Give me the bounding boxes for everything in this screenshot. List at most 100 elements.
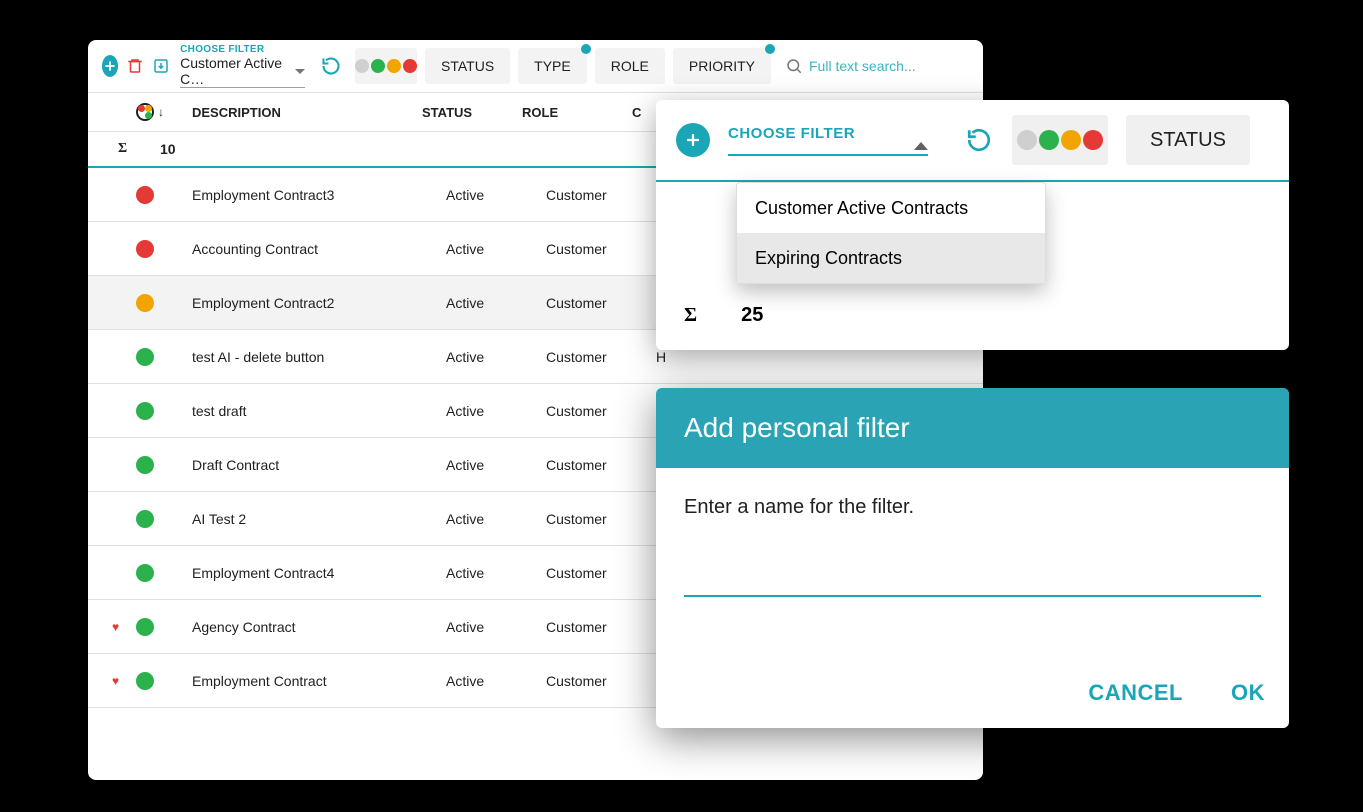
row-status: Active (446, 187, 546, 203)
row-description: Accounting Contract (192, 241, 446, 257)
row-status-dot (136, 618, 192, 636)
toolbar: CHOOSE FILTER Customer Active C… STATUS (88, 40, 983, 92)
pf-traffic-filter[interactable] (1012, 115, 1108, 165)
search-box (785, 57, 969, 75)
row-status: Active (446, 241, 546, 257)
row-status-dot (136, 186, 192, 204)
filter-select[interactable]: CHOOSE FILTER Customer Active C… (180, 44, 305, 88)
row-description: Employment Contract3 (192, 187, 446, 203)
row-status-dot (136, 402, 192, 420)
row-status-dot (136, 240, 192, 258)
export-icon[interactable] (152, 54, 170, 78)
dialog-message: Enter a name for the filter. (684, 496, 1261, 519)
dialog-actions: CANCEL OK (1088, 680, 1265, 706)
row-status: Active (446, 511, 546, 527)
row-status-dot (136, 564, 192, 582)
row-role: Customer (546, 565, 656, 581)
filter-priority-button[interactable]: PRIORITY (673, 48, 771, 84)
status-dot-gray (1017, 130, 1037, 150)
filter-type-button[interactable]: TYPE (518, 48, 587, 84)
pf-toolbar: CHOOSE FILTER STATUS (656, 100, 1289, 182)
row-flag: ♥ (112, 674, 136, 688)
row-status-dot (136, 510, 192, 528)
row-status: Active (446, 349, 546, 365)
row-status: Active (446, 457, 546, 473)
status-dot-green (371, 59, 385, 73)
row-description: Employment Contract (192, 673, 446, 689)
pf-filter-select[interactable]: CHOOSE FILTER (728, 125, 928, 156)
row-status: Active (446, 295, 546, 311)
filter-type-label: TYPE (534, 58, 571, 74)
pf-status-label: STATUS (1150, 129, 1226, 152)
filter-status-button[interactable]: STATUS (425, 48, 510, 84)
ok-button[interactable]: OK (1231, 680, 1265, 706)
row-status-dot (136, 348, 192, 366)
add-filter-icon[interactable] (676, 123, 710, 157)
row-c: H (656, 349, 856, 365)
col-role[interactable]: ROLE (522, 105, 632, 120)
status-dot-gray (355, 59, 369, 73)
filter-dropdown-panel: CHOOSE FILTER STATUS Customer Active Con… (656, 100, 1289, 350)
sigma-symbol: Σ (118, 141, 160, 157)
pf-sigma-symbol: Σ (684, 304, 697, 327)
search-input[interactable] (809, 58, 969, 74)
row-description: Employment Contract4 (192, 565, 446, 581)
chevron-down-icon (295, 69, 305, 74)
add-filter-dialog: Add personal filter Enter a name for the… (656, 388, 1289, 728)
filter-priority-label: PRIORITY (689, 58, 755, 74)
cancel-button[interactable]: CANCEL (1088, 680, 1183, 706)
row-description: Employment Contract2 (192, 295, 446, 311)
filter-select-value: Customer Active C… (180, 55, 295, 87)
row-status-dot (136, 456, 192, 474)
row-role: Customer (546, 241, 656, 257)
sigma-count: 10 (160, 141, 176, 157)
delete-icon[interactable] (126, 54, 144, 78)
filter-role-label: ROLE (611, 58, 649, 74)
col-description[interactable]: DESCRIPTION (192, 105, 422, 120)
row-description: AI Test 2 (192, 511, 446, 527)
pf-sigma-row: Σ 25 (656, 280, 1289, 350)
badge-dot (581, 44, 591, 54)
pf-refresh-icon[interactable] (966, 127, 994, 153)
row-role: Customer (546, 511, 656, 527)
row-status: Active (446, 673, 546, 689)
pf-filter-label: CHOOSE FILTER (728, 125, 928, 142)
status-color-filter[interactable] (355, 48, 417, 84)
row-role: Customer (546, 673, 656, 689)
status-dot-red (403, 59, 417, 73)
row-role: Customer (546, 295, 656, 311)
row-role: Customer (546, 403, 656, 419)
pf-status-button[interactable]: STATUS (1126, 115, 1250, 165)
row-role: Customer (546, 187, 656, 203)
row-role: Customer (546, 349, 656, 365)
col-status[interactable]: STATUS (422, 105, 522, 120)
row-role: Customer (546, 457, 656, 473)
status-dot-amber (1061, 130, 1081, 150)
filter-option[interactable]: Customer Active Contracts (737, 183, 1045, 233)
dialog-title: Add personal filter (656, 388, 1289, 468)
row-status-dot (136, 672, 192, 690)
status-dot-green (1039, 130, 1059, 150)
row-description: test AI - delete button (192, 349, 446, 365)
chevron-up-icon (914, 142, 928, 150)
row-description: Agency Contract (192, 619, 446, 635)
filter-name-input[interactable] (684, 557, 1261, 597)
filter-option[interactable]: Expiring Contracts (737, 233, 1045, 283)
row-flag: ♥ (112, 620, 136, 634)
row-description: test draft (192, 403, 446, 419)
row-role: Customer (546, 619, 656, 635)
filter-status-label: STATUS (441, 58, 494, 74)
filter-select-label: CHOOSE FILTER (180, 44, 305, 55)
status-dot-red (1083, 130, 1103, 150)
filter-role-button[interactable]: ROLE (595, 48, 665, 84)
refresh-icon[interactable] (321, 54, 341, 78)
badge-dot (765, 44, 775, 54)
sort-arrow-icon[interactable]: ↓ (158, 105, 164, 119)
row-status-dot (136, 294, 192, 312)
add-icon[interactable] (102, 55, 118, 77)
status-dot-amber (387, 59, 401, 73)
search-icon (785, 57, 803, 75)
status-ring-icon[interactable] (136, 103, 154, 121)
filter-options-dropdown: Customer Active Contracts Expiring Contr… (736, 182, 1046, 284)
pf-sigma-count: 25 (741, 304, 763, 327)
